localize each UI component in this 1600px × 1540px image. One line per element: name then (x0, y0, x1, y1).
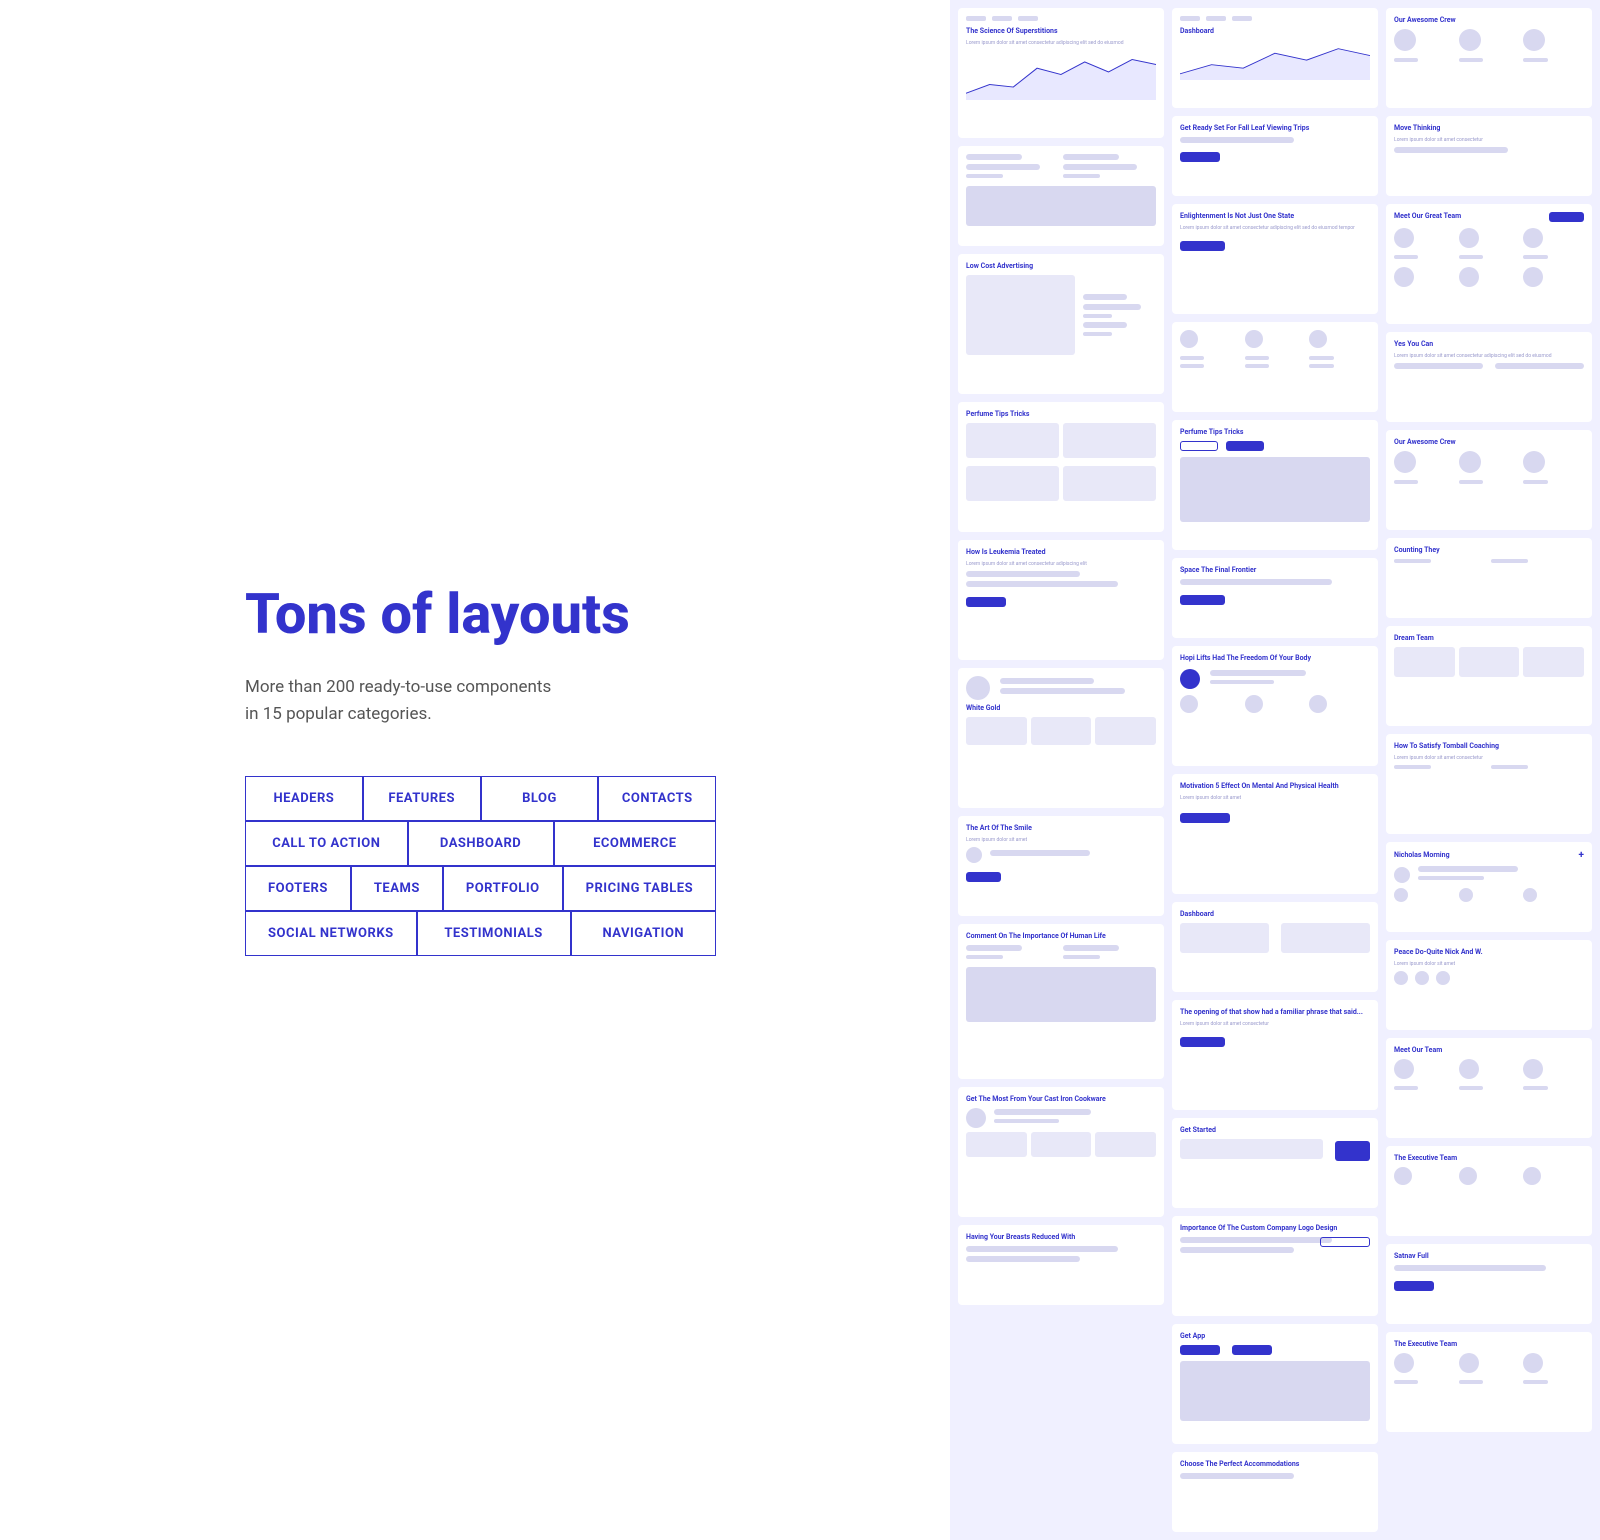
tags-grid: HEADERS FEATURES BLOG CONTACTS CALL TO A… (245, 776, 716, 956)
wf-card-executive1: The Executive Team (1386, 1146, 1592, 1236)
wf-card-6: White Gold (958, 668, 1164, 808)
wf-card-7: The Art Of The Smile Lorem ipsum dolor s… (958, 816, 1164, 916)
tag-portfolio[interactable]: PORTFOLIO (443, 866, 563, 911)
wf-card-satnav: Satnav Full (1386, 1244, 1592, 1324)
tag-features[interactable]: FEATURES (363, 776, 481, 821)
wf-card-counting: Counting They (1386, 538, 1592, 618)
wf-card-motivation: Motivation 5 Effect On Mental And Physic… (1172, 774, 1378, 894)
tag-pricing-tables[interactable]: PRICING TABLES (563, 866, 717, 911)
wf-card-yesyou: Yes You Can Lorem ipsum dolor sit amet c… (1386, 332, 1592, 422)
wf-card-getstarted: Get Started (1172, 1118, 1378, 1208)
tags-row-4: SOCIAL NETWORKS TESTIMONIALS NAVIGATION (245, 911, 716, 956)
wf-card-choose: Choose The Perfect Accommodations (1172, 1452, 1378, 1532)
wf-card-nicholas: Nicholas Morning + (1386, 842, 1592, 932)
wf-card-crew2: Our Awesome Crew (1386, 430, 1592, 530)
wf-card-space: Space The Final Frontier (1172, 558, 1378, 638)
wf-card-dreamteam: Dream Team (1386, 626, 1592, 726)
tags-row-2: CALL TO ACTION DASHBOARD ECOMMERCE (245, 821, 716, 866)
tag-contacts[interactable]: CONTACTS (598, 776, 716, 821)
wf-card-meetteam: Meet Our Team (1386, 1038, 1592, 1138)
wf-card-features (1172, 322, 1378, 412)
wf-card-peace: Peace Do-Quite Nick And W. Lorem ipsum d… (1386, 940, 1592, 1030)
wf-card-perfume2: Perfume Tips Tricks (1172, 420, 1378, 550)
wf-card-1: The Science Of Superstitions Lorem ipsum… (958, 8, 1164, 138)
tag-blog[interactable]: BLOG (481, 776, 599, 821)
tag-teams[interactable]: TEAMS (351, 866, 443, 911)
wf-card-howto: How To Satisfy Tomball Coaching Lorem ip… (1386, 734, 1592, 834)
tag-call-to-action[interactable]: CALL TO ACTION (245, 821, 408, 866)
wf-card-executive2: The Executive Team (1386, 1332, 1592, 1432)
wf-card-crew1: Our Awesome Crew (1386, 8, 1592, 108)
tag-social-networks[interactable]: SOCIAL NETWORKS (245, 911, 417, 956)
wf-card-8: Comment On The Importance Of Human Life (958, 924, 1164, 1079)
right-panel: The Science Of Superstitions Lorem ipsum… (950, 0, 1600, 1540)
wf-card-hopi: Hopi Lifts Had The Freedom Of Your Body (1172, 646, 1378, 766)
wf-card-5: How Is Leukemia Treated Lorem ipsum dolo… (958, 540, 1164, 660)
left-panel: Tons of layouts More than 200 ready-to-u… (0, 0, 950, 1540)
tags-row-3: FOOTERS TEAMS PORTFOLIO PRICING TABLES (245, 866, 716, 911)
tag-ecommerce[interactable]: ECOMMERCE (554, 821, 717, 866)
tag-footers[interactable]: FOOTERS (245, 866, 351, 911)
wf-card-4: Perfume Tips Tricks (958, 402, 1164, 532)
wf-card-logo: Importance Of The Custom Company Logo De… (1172, 1216, 1378, 1316)
wf-card-getapp: Get App (1172, 1324, 1378, 1444)
wf-card-opening: The opening of that show had a familiar … (1172, 1000, 1378, 1110)
wf-card-10: Having Your Breasts Reduced With (958, 1225, 1164, 1305)
wf-card-getready: Get Ready Set For Fall Leaf Viewing Trip… (1172, 116, 1378, 196)
tags-row-1: HEADERS FEATURES BLOG CONTACTS (245, 776, 716, 821)
main-heading: Tons of layouts (245, 584, 716, 646)
wf-card-9: Get The Most From Your Cast Iron Cookwar… (958, 1087, 1164, 1217)
wf-card-move: Move Thinking Lorem ipsum dolor sit amet… (1386, 116, 1592, 196)
wf-card-team1: Meet Our Great Team (1386, 204, 1592, 324)
wireframe-column-2: Dashboard Get Ready Set For Fall Leaf Vi… (1172, 8, 1378, 1532)
wf-card-2 (958, 146, 1164, 246)
wf-card-enlightenment: Enlightenment Is Not Just One State Lore… (1172, 204, 1378, 314)
tag-navigation[interactable]: NAVIGATION (571, 911, 717, 956)
left-content: Tons of layouts More than 200 ready-to-u… (245, 584, 716, 956)
subtitle: More than 200 ready-to-use components in… (245, 674, 716, 728)
wf-card-3: Low Cost Advertising (958, 254, 1164, 394)
wf-card-dash2: Dashboard (1172, 902, 1378, 992)
wf-card-dash-1: Dashboard (1172, 8, 1378, 108)
tag-headers[interactable]: HEADERS (245, 776, 363, 821)
tag-dashboard[interactable]: DASHBOARD (408, 821, 554, 866)
tag-testimonials[interactable]: TESTIMONIALS (417, 911, 571, 956)
wireframe-column-3: Our Awesome Crew Move Thinking Lorem ips… (1386, 8, 1592, 1532)
wireframe-column-1: The Science Of Superstitions Lorem ipsum… (958, 8, 1164, 1532)
